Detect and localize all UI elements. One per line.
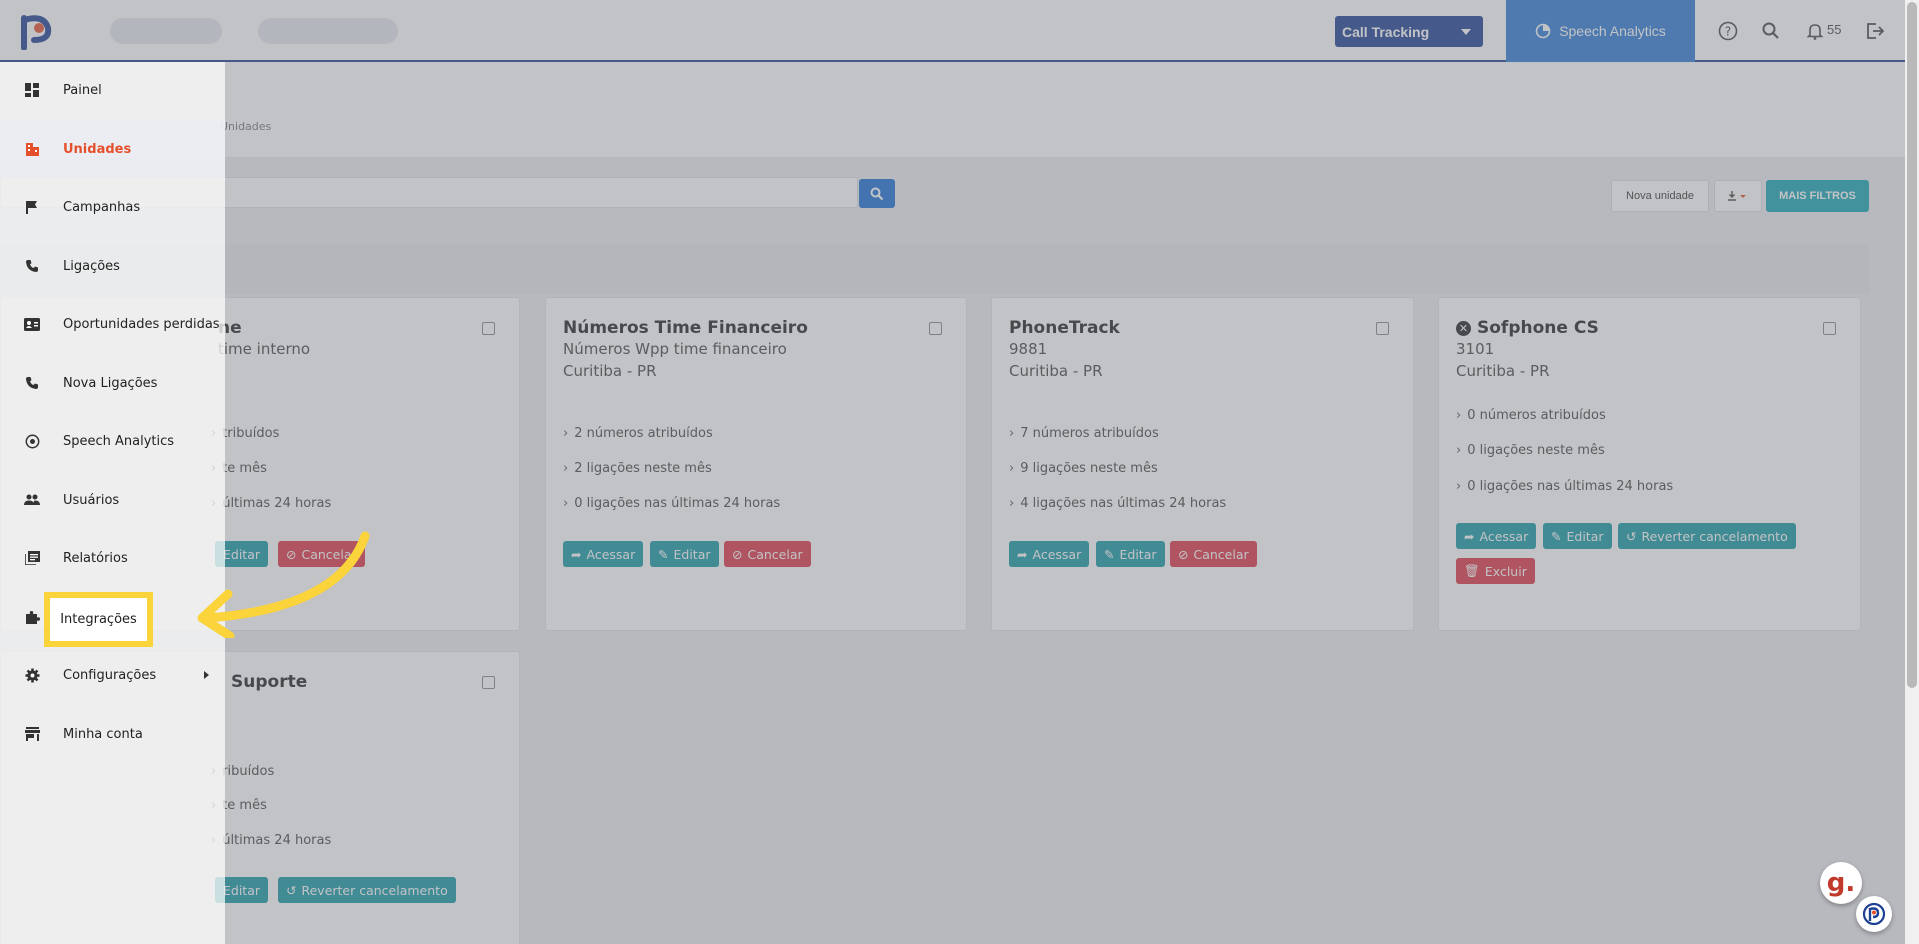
chevron-right-icon xyxy=(204,671,209,679)
scrollbar-thumb[interactable] xyxy=(1907,2,1917,688)
contact-card-icon xyxy=(24,316,40,332)
store-icon xyxy=(24,726,40,742)
flag-icon xyxy=(24,199,40,215)
sidebar: Painel Unidades Campanhas Ligações Oport… xyxy=(0,62,225,944)
speech-analytics-icon xyxy=(24,433,40,449)
users-icon xyxy=(24,492,40,508)
reports-icon xyxy=(24,550,40,566)
dashboard-icon xyxy=(24,82,40,98)
phone-icon xyxy=(24,375,40,391)
g-widget-icon[interactable]: g. xyxy=(1820,862,1862,904)
sidebar-item-speech-analytics[interactable]: Speech Analytics xyxy=(0,413,225,469)
building-icon xyxy=(24,141,40,157)
sidebar-item-nova-ligacoes[interactable]: Nova Ligações xyxy=(0,355,225,411)
modal-dim-overlay xyxy=(0,0,1905,944)
guidance-arrow xyxy=(197,531,370,638)
phone-icon xyxy=(24,258,40,274)
sidebar-item-usuarios[interactable]: Usuários xyxy=(0,472,225,528)
sidebar-item-unidades[interactable]: Unidades xyxy=(0,121,225,177)
sidebar-item-campanhas[interactable]: Campanhas xyxy=(0,179,225,235)
chat-widget-icon[interactable] xyxy=(1856,896,1892,932)
highlighted-integracoes[interactable]: Integrações xyxy=(44,592,153,647)
sidebar-item-ligacoes[interactable]: Ligações xyxy=(0,238,225,294)
sidebar-item-configuracoes[interactable]: Configurações xyxy=(0,647,225,703)
puzzle-icon xyxy=(24,609,40,625)
sidebar-item-minha-conta[interactable]: Minha conta xyxy=(0,706,225,762)
gear-icon xyxy=(24,667,40,683)
sidebar-item-painel[interactable]: Painel xyxy=(0,62,225,118)
sidebar-item-oportunidades-perdidas[interactable]: Oportunidades perdidas xyxy=(0,296,225,352)
